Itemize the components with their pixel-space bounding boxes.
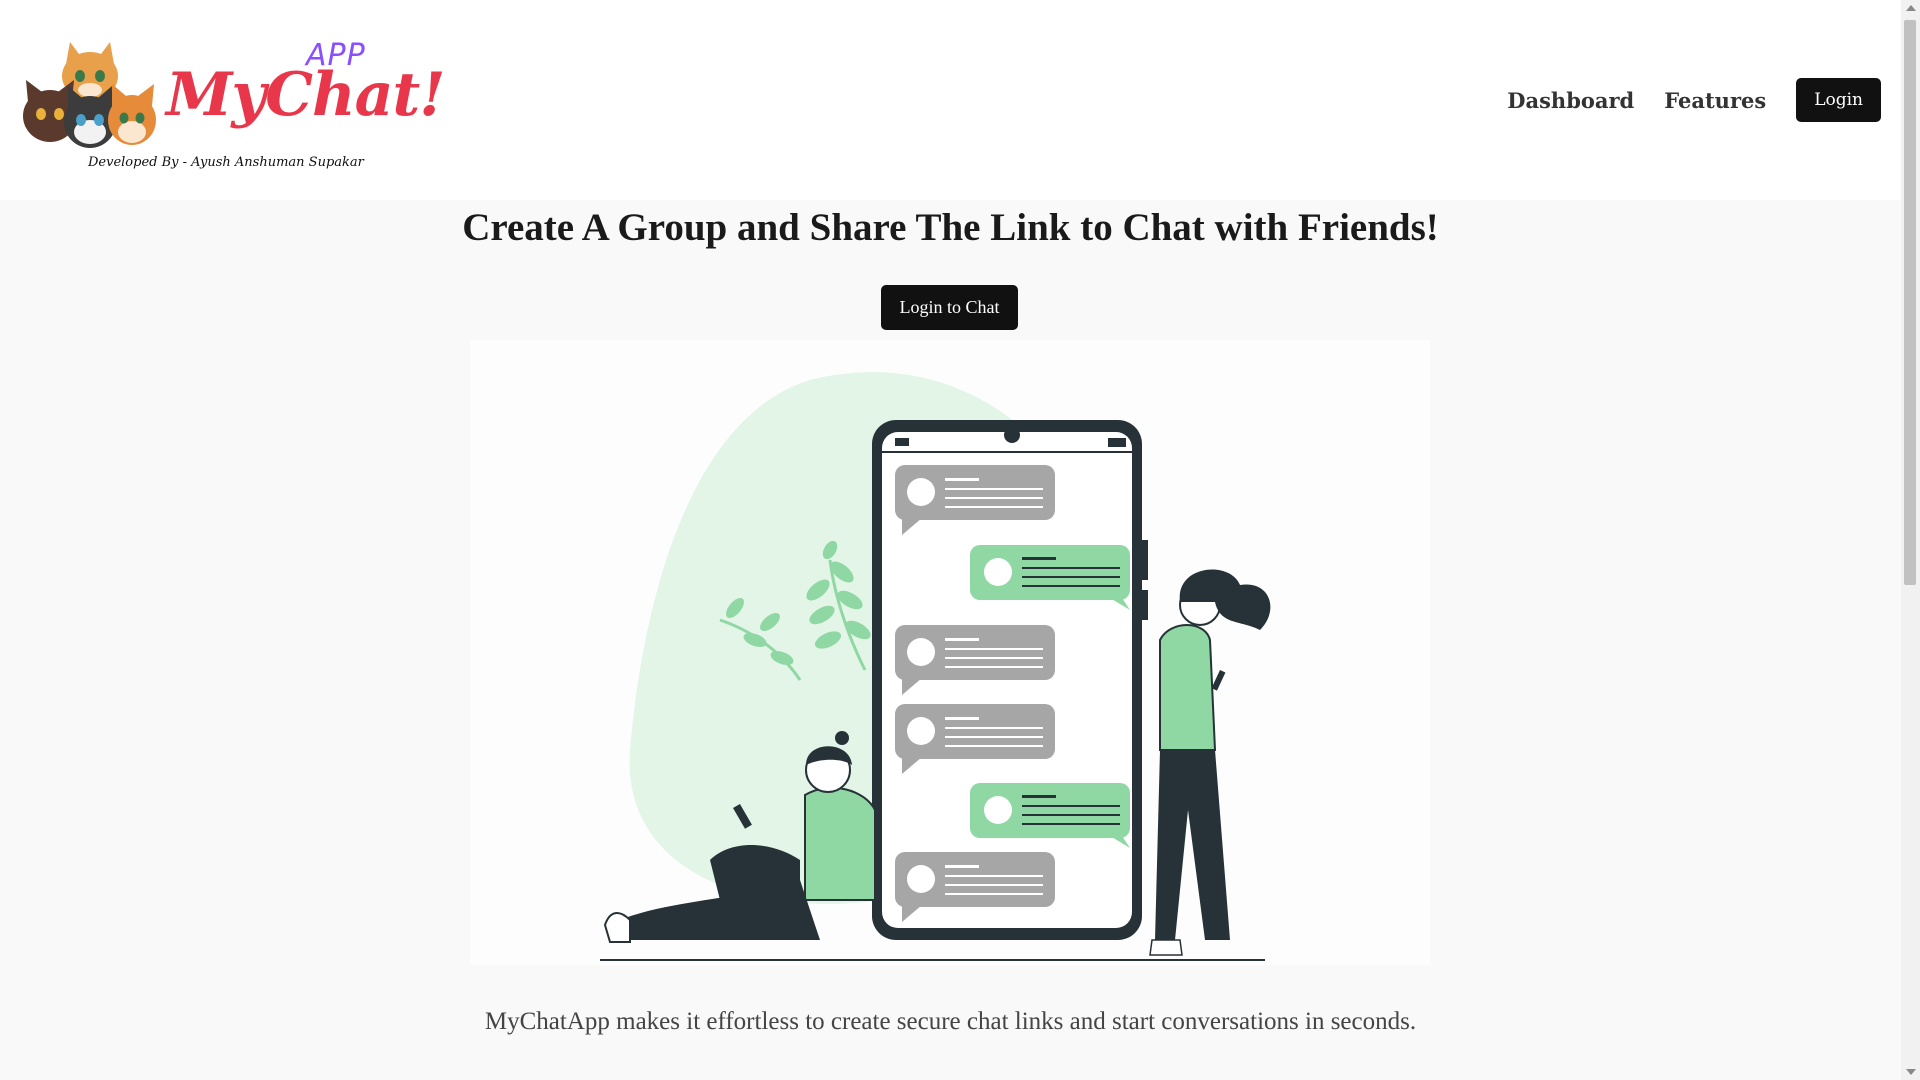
nav-features-link[interactable]: Features — [1664, 88, 1766, 113]
header: APP MyChat! Developed By - Ayush Anshuma… — [0, 0, 1901, 200]
logo-title: MyChat! — [166, 60, 446, 130]
vertical-scrollbar[interactable] — [1901, 0, 1920, 1080]
scrollbar-thumb[interactable] — [1904, 20, 1916, 585]
cats-logo-icon — [23, 42, 156, 148]
page: APP MyChat! Developed By - Ayush Anshuma… — [0, 0, 1901, 1080]
scroll-down-arrow-icon[interactable] — [1906, 1069, 1916, 1075]
developer-credit: Developed By - Ayush Anshuman Supakar — [88, 155, 364, 170]
hero-title: Create A Group and Share The Link to Cha… — [462, 206, 1439, 249]
main-nav: Dashboard Features Login — [1507, 78, 1881, 122]
nav-dashboard-link[interactable]: Dashboard — [1507, 88, 1634, 113]
chat-phone-illustration — [600, 372, 1271, 961]
login-to-chat-button[interactable]: Login to Chat — [881, 285, 1018, 330]
nav-login-button[interactable]: Login — [1796, 78, 1881, 122]
scroll-up-arrow-icon[interactable] — [1906, 5, 1916, 11]
hero-illustration — [470, 340, 1430, 965]
logo[interactable]: APP MyChat! Developed By - Ayush Anshuma… — [16, 30, 446, 180]
hero-tagline: MyChatApp makes it effortless to create … — [484, 1008, 1417, 1035]
